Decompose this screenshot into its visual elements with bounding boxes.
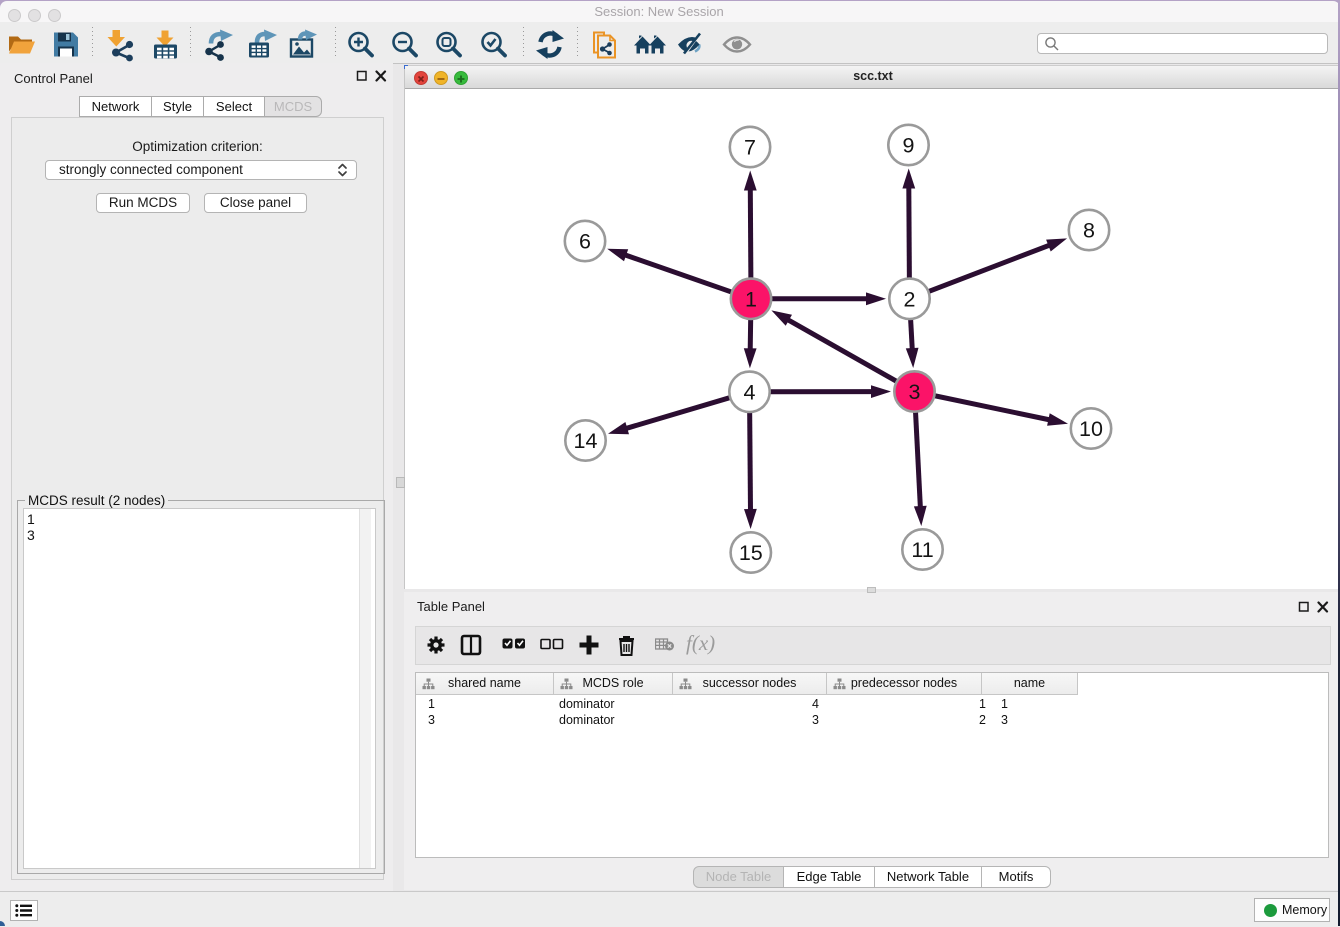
svg-text:3: 3 bbox=[909, 380, 921, 404]
svg-text:11: 11 bbox=[911, 538, 933, 562]
svg-text:14: 14 bbox=[574, 429, 598, 453]
svg-text:4: 4 bbox=[744, 380, 756, 404]
svg-text:6: 6 bbox=[579, 230, 591, 254]
svg-text:9: 9 bbox=[903, 134, 915, 158]
svg-text:1: 1 bbox=[745, 287, 757, 311]
svg-text:10: 10 bbox=[1079, 417, 1103, 441]
svg-text:15: 15 bbox=[739, 541, 763, 565]
svg-text:2: 2 bbox=[904, 287, 916, 311]
svg-text:7: 7 bbox=[744, 136, 756, 160]
svg-text:8: 8 bbox=[1083, 219, 1095, 243]
